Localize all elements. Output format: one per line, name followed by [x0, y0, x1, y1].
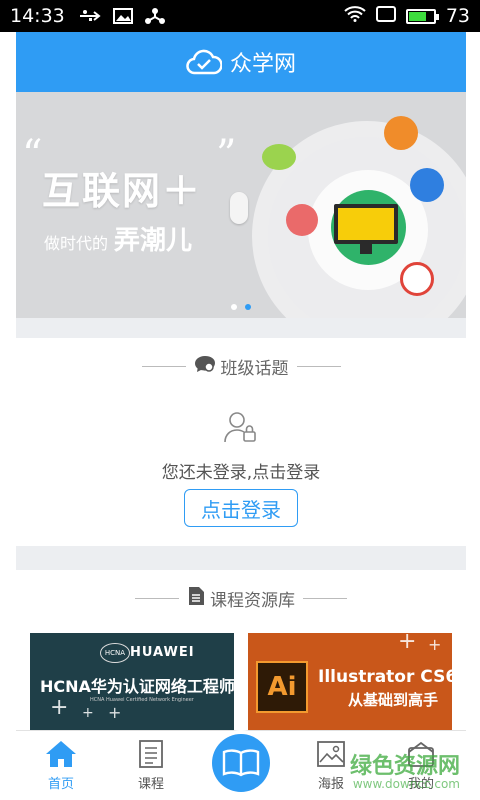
chat-bubble-icon — [262, 144, 296, 170]
banner-quote-open: “ — [22, 132, 43, 178]
battery-level: 73 — [445, 5, 470, 27]
battery-fill — [408, 11, 426, 21]
course-library-header: 课程资源库 — [16, 570, 466, 611]
poster-icon — [316, 737, 346, 771]
wifi-icon — [344, 5, 366, 27]
decorative-plus: + — [108, 703, 122, 722]
chat-icon — [194, 354, 216, 379]
hcna-logo: HCNA — [100, 643, 130, 663]
banner-headline: 互联网＋ — [42, 169, 203, 213]
login-button[interactable]: 点击登录 — [184, 489, 298, 527]
course-card-hcna[interactable]: HCNA HUAWEI HCNA华为认证网络工程师 HCNA Huawei Ce… — [30, 633, 234, 733]
image-notification-icon — [112, 8, 133, 24]
mail-icon — [400, 262, 434, 296]
decorative-plus: + — [428, 635, 442, 654]
watermark-text: 绿色资源网 — [349, 754, 460, 779]
card-icon — [410, 168, 444, 202]
illustrator-logo: Ai — [256, 661, 308, 713]
login-prompt: 您还未登录,点击登录 — [161, 463, 321, 483]
tab-library[interactable] — [196, 731, 286, 800]
course-card-illustrator[interactable]: Ai Illustrator CS6 从基础到高手 + + — [248, 633, 452, 733]
battery-icon — [405, 8, 439, 24]
monitor-icon — [334, 204, 398, 244]
app-title: 众学网 — [229, 52, 296, 77]
course-subtitle: 从基础到高手 — [348, 691, 439, 709]
decorative-plus: + — [50, 695, 69, 720]
user-lock-icon — [224, 410, 258, 448]
course-library-section: 课程资源库 — [16, 570, 466, 611]
course-title: HCNA华为认证网络工程师 — [40, 677, 234, 696]
document-icon — [187, 586, 205, 611]
carousel-dot[interactable] — [231, 304, 237, 310]
promo-banner[interactable]: “ 互联网＋ ” 做时代的 弄潮儿 — [16, 92, 466, 318]
class-topics-header: 班级话题 — [16, 338, 466, 379]
section-divider — [16, 546, 466, 570]
course-subtitle: HCNA Huawei Certified Network Engineer — [90, 697, 194, 703]
class-topics-section: 班级话题 您还未登录,点击登录 点击登录 — [16, 338, 466, 546]
share-icon — [144, 7, 165, 25]
cloud-check-icon — [186, 49, 222, 75]
tab-label: 首页 — [47, 777, 74, 792]
tab-label: 海报 — [317, 777, 344, 792]
banner-subline: 做时代的 弄潮儿 — [44, 220, 192, 257]
decorative-plus: + — [398, 633, 417, 654]
header-rule-right — [303, 598, 347, 599]
huawei-brand: HUAWEI — [130, 645, 195, 660]
course-title: Illustrator CS6 — [318, 667, 452, 687]
class-topics-title: 班级话题 — [220, 359, 289, 379]
tab-courses[interactable]: 课程 — [106, 731, 196, 800]
decorative-plus: + — [82, 705, 94, 721]
status-time: 14:33 — [10, 5, 65, 27]
tablet-icon — [384, 116, 418, 150]
home-icon — [45, 737, 77, 771]
course-card-row: HCNA HUAWEI HCNA华为认证网络工程师 HCNA Huawei Ce… — [30, 633, 452, 733]
site-watermark: 绿色资源网 www.downcc.com — [349, 754, 460, 791]
tab-home[interactable]: 首页 — [16, 731, 106, 800]
usb-icon — [79, 9, 101, 23]
app-header: 众学网 — [16, 32, 466, 92]
header-rule-left — [141, 366, 186, 367]
section-divider — [16, 318, 466, 338]
banner-quote-close: ” — [216, 132, 237, 178]
carousel-indicator — [231, 304, 251, 310]
book-icon — [212, 733, 270, 792]
course-icon — [138, 737, 164, 771]
app-logo: 众学网 — [186, 46, 296, 78]
mouse-illustration — [230, 192, 248, 224]
watermark-url: www.downcc.com — [352, 777, 460, 791]
carousel-dot-active[interactable] — [245, 304, 251, 310]
header-rule-right — [296, 366, 341, 367]
header-rule-left — [135, 598, 179, 599]
banner-subline-text: 做时代的 — [44, 234, 109, 253]
touch-icon — [286, 204, 318, 236]
monitor-stand — [360, 244, 372, 254]
sim-icon — [375, 5, 396, 27]
status-bar: 14:33 73 — [0, 0, 480, 32]
tab-label: 课程 — [137, 777, 164, 792]
banner-subline-emphasis: 弄潮儿 — [114, 226, 193, 256]
course-library-title: 课程资源库 — [210, 591, 295, 611]
